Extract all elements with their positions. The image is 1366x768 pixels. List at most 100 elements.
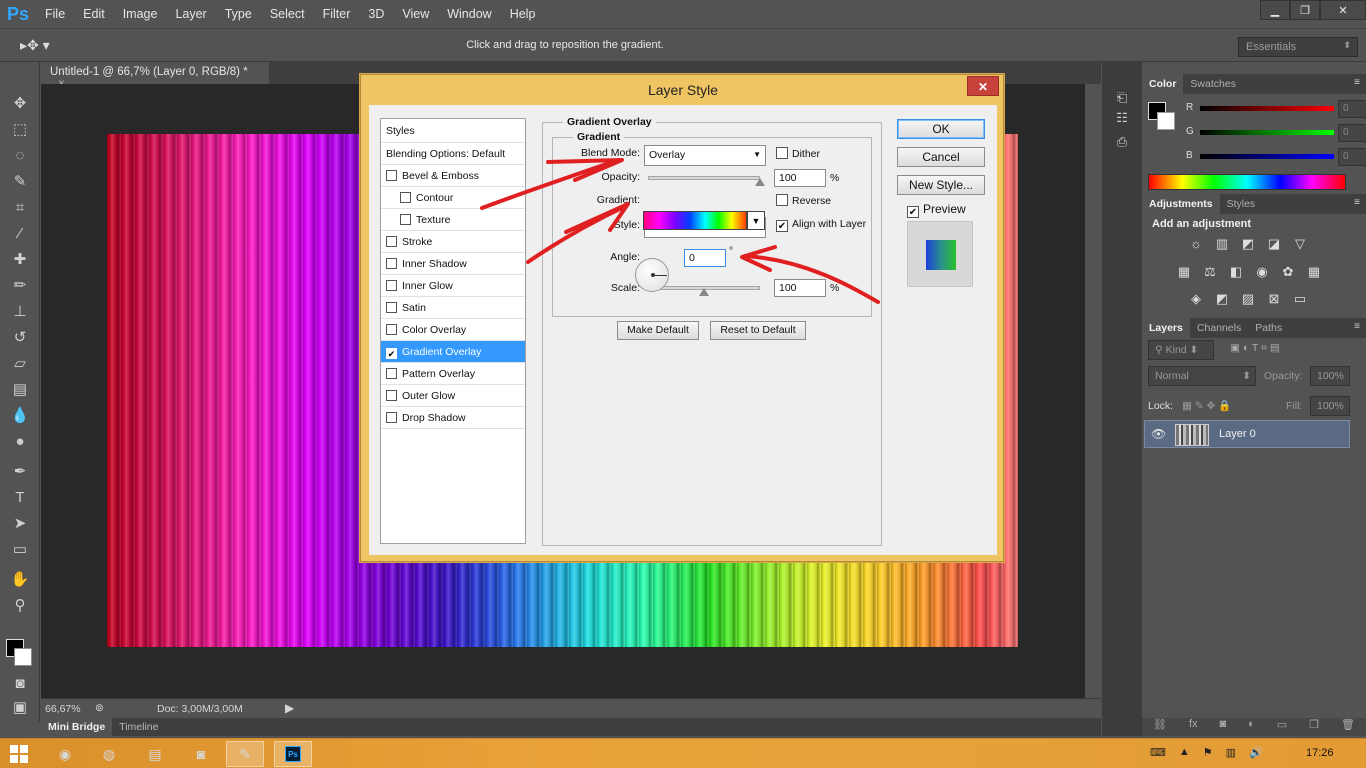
workspace-select[interactable]: Essentials ⬍	[1238, 37, 1358, 57]
gradient-map-icon[interactable]: ▭	[1292, 291, 1308, 307]
preview-checkbox[interactable]: ✔ Preview	[907, 202, 966, 218]
selective-color-icon[interactable]: ⊠	[1266, 291, 1282, 307]
quick-select-tool-icon[interactable]: ✎	[8, 170, 32, 194]
quick-mask-icon[interactable]: ◙	[8, 672, 32, 696]
color-channel-value[interactable]: 0	[1338, 100, 1366, 118]
style-checkbox[interactable]	[400, 192, 411, 203]
history-icon[interactable]: ⎗	[1112, 90, 1132, 110]
style-checkbox[interactable]	[386, 280, 397, 291]
action-center-icon[interactable]: ⚑	[1203, 746, 1213, 759]
close-window-button[interactable]: ✕	[1320, 0, 1366, 20]
chrome-icon[interactable]: ◉	[46, 741, 84, 767]
explorer-icon[interactable]: ▤	[136, 741, 174, 767]
menu-edit[interactable]: Edit	[74, 0, 114, 28]
zoom-level[interactable]: 66,67%	[45, 703, 81, 715]
tab-adjustments[interactable]: Adjustments	[1142, 194, 1220, 214]
pen-tool-icon[interactable]: ✒	[8, 460, 32, 484]
tab-color[interactable]: Color	[1142, 74, 1184, 94]
dialog-close-button[interactable]: ✕	[967, 76, 999, 96]
minimize-button[interactable]: ▁	[1260, 0, 1290, 20]
layer-filter-icons[interactable]: ▣ ◐ T ⌗ ▤	[1230, 342, 1280, 355]
tab-styles[interactable]: Styles	[1220, 194, 1263, 214]
background-color-swatch[interactable]	[14, 648, 32, 666]
reverse-check[interactable]	[776, 194, 788, 206]
tab-timeline[interactable]: Timeline	[112, 718, 165, 736]
ok-button[interactable]: OK	[897, 119, 985, 139]
black-white-icon[interactable]: ◧	[1228, 264, 1244, 280]
fx-icon[interactable]: fx	[1189, 718, 1198, 736]
type-tool-icon[interactable]: T	[8, 486, 32, 510]
crop-tool-icon[interactable]: ⌗	[8, 196, 32, 220]
network-icon[interactable]: ▥	[1226, 746, 1236, 759]
gradient-dropdown-icon[interactable]: ▼	[747, 211, 765, 230]
style-checkbox[interactable]	[386, 368, 397, 379]
dither-checkbox[interactable]: Dither	[776, 147, 820, 160]
menu-window[interactable]: Window	[438, 0, 500, 28]
tab-layers[interactable]: Layers	[1142, 318, 1190, 338]
lasso-tool-icon[interactable]: ◌	[8, 144, 32, 168]
new-style-button[interactable]: New Style...	[897, 175, 985, 195]
media-icon[interactable]: ◙	[182, 741, 220, 767]
dither-check[interactable]	[776, 147, 788, 159]
make-default-button[interactable]: Make Default	[617, 321, 699, 340]
tab-swatches[interactable]: Swatches	[1183, 74, 1243, 94]
clone-stamp-icon[interactable]: ⊥	[8, 300, 32, 324]
add-mask-icon[interactable]: ◙	[1219, 718, 1226, 736]
opacity-slider[interactable]	[648, 176, 760, 180]
color-channel-value[interactable]: 0	[1338, 148, 1366, 166]
move-tool-icon[interactable]: ✥	[8, 92, 32, 116]
adjustment-layer-icon[interactable]: ◐	[1248, 718, 1255, 736]
panel-menu-icon[interactable]: ≡	[1354, 321, 1360, 332]
style-item-bevel-emboss[interactable]: Bevel & Emboss	[381, 165, 525, 187]
style-item-blending-options-default[interactable]: Blending Options: Default	[381, 143, 525, 165]
layer-fill-input[interactable]: 100%	[1310, 396, 1350, 416]
scale-slider-thumb[interactable]	[699, 288, 709, 296]
opacity-input[interactable]: 100	[774, 169, 826, 187]
tab-channels[interactable]: Channels	[1190, 318, 1248, 338]
panel-menu-icon[interactable]: ≡	[1354, 197, 1360, 208]
style-checkbox[interactable]	[386, 412, 397, 423]
style-checkbox[interactable]	[386, 302, 397, 313]
levels-icon[interactable]: ▥	[1214, 236, 1230, 252]
panel-menu-icon[interactable]: ≡	[1354, 77, 1360, 88]
curves-icon[interactable]: ◩	[1240, 236, 1256, 252]
keyboard-icon[interactable]: ⌨	[1150, 746, 1166, 759]
scale-input[interactable]: 100	[774, 279, 826, 297]
start-button[interactable]	[10, 745, 28, 763]
color-channel-value[interactable]: 0	[1338, 124, 1366, 142]
style-item-inner-shadow[interactable]: Inner Shadow	[381, 253, 525, 275]
tab-paths[interactable]: Paths	[1248, 318, 1289, 338]
menu-help[interactable]: Help	[501, 0, 545, 28]
tab-mini-bridge[interactable]: Mini Bridge	[41, 718, 113, 736]
layer-opacity-input[interactable]: 100%	[1310, 366, 1350, 386]
eyedropper-tool-icon[interactable]: ⁄	[8, 222, 32, 246]
layer-blend-mode[interactable]: Normal ⬍	[1148, 366, 1256, 386]
color-channel-bar[interactable]	[1200, 130, 1334, 135]
restore-button[interactable]: ❐	[1290, 0, 1320, 20]
style-checkbox[interactable]	[386, 170, 397, 181]
vibrance-icon[interactable]: ▽	[1292, 236, 1308, 252]
style-checkbox[interactable]	[386, 390, 397, 401]
cancel-button[interactable]: Cancel	[897, 147, 985, 167]
blur-tool-icon[interactable]: 💧	[8, 404, 32, 428]
align-check[interactable]: ✔	[776, 220, 788, 232]
menu-view[interactable]: View	[393, 0, 438, 28]
hue-saturation-icon[interactable]: ▦	[1176, 264, 1192, 280]
status-menu-arrow-icon[interactable]: ▶	[285, 701, 294, 715]
hand-tool-icon[interactable]: ✋	[8, 568, 32, 592]
volume-icon[interactable]: 🔊	[1249, 746, 1263, 759]
visibility-eye-icon[interactable]: 👁	[1151, 427, 1167, 443]
sketch-icon[interactable]: ✎	[226, 741, 264, 767]
menu-type[interactable]: Type	[216, 0, 261, 28]
style-checkbox[interactable]	[386, 258, 397, 269]
new-group-icon[interactable]: ▭	[1277, 718, 1287, 736]
color-balance-icon[interactable]: ⚖	[1202, 264, 1218, 280]
color-channel-bar[interactable]	[1200, 154, 1334, 159]
menu-image[interactable]: Image	[114, 0, 167, 28]
photo-filter-icon[interactable]: ◉	[1254, 264, 1270, 280]
reverse-checkbox[interactable]: Reverse	[776, 194, 831, 207]
marquee-tool-icon[interactable]: ⬚	[8, 118, 32, 142]
link-layers-icon[interactable]: ⛓	[1153, 718, 1167, 736]
style-item-inner-glow[interactable]: Inner Glow	[381, 275, 525, 297]
style-item-contour[interactable]: Contour	[381, 187, 525, 209]
